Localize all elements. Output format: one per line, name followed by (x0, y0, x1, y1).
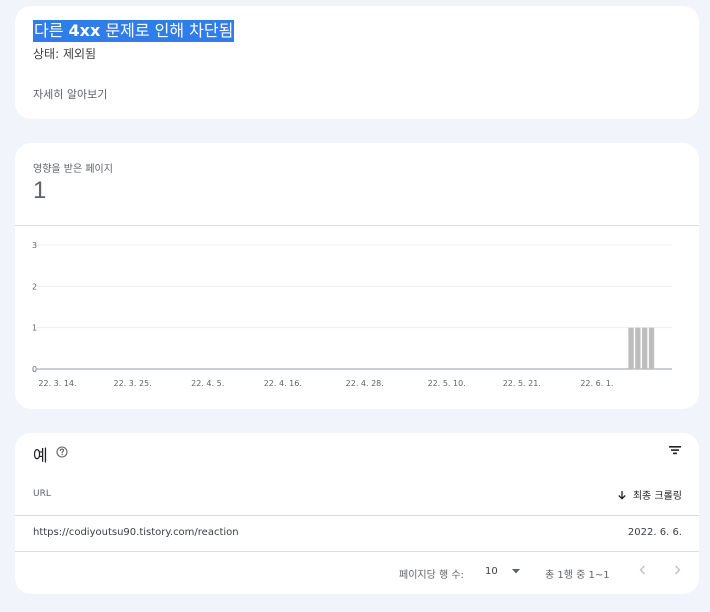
chart-card: 영향을 받은 페이지 1 0 1 2 3 22. 3. 14. 22. 3. 25. 22.… (15, 143, 699, 409)
status-text: 상태: 제외됨 (33, 47, 97, 61)
x-tick-label: 22. 5. 10. (428, 379, 466, 388)
x-tick-label: 22. 6. 1. (580, 379, 613, 388)
dropdown-arrow-icon (511, 569, 520, 574)
x-tick-label: 22. 3. 14. (38, 379, 76, 388)
chevron-right-icon[interactable] (670, 563, 684, 577)
pagination-range: 총 1행 중 1~1 (545, 570, 610, 581)
help-circle-icon[interactable] (56, 446, 68, 458)
table-row-url[interactable]: https://codiyoutsu90.tistory.com/reactio… (33, 527, 239, 538)
status-card: 다른 4xx 문제로 인해 차단됨 상태: 제외됨 자세히 알아보기 (15, 6, 699, 119)
arrow-down-icon (618, 490, 626, 500)
column-header-url[interactable]: URL (33, 489, 51, 499)
issue-title-prefix: 다른 (34, 21, 69, 40)
rows-per-page-select[interactable]: 10 (485, 566, 520, 577)
issue-title: 다른 4xx 문제로 인해 차단됨 (33, 20, 235, 42)
chart-bar[interactable] (642, 327, 648, 369)
table-row-date: 2022. 6. 6. (627, 527, 682, 538)
x-tick-label: 22. 4. 5. (191, 379, 224, 388)
chart-bar[interactable] (648, 327, 655, 369)
column-header-last-crawl[interactable]: 최종 크롤링 (617, 487, 682, 502)
chart-bar[interactable] (635, 327, 641, 369)
affected-pages-chart: 0 1 2 3 22. 3. 14. 22. 3. 25. 22. 4. 5. 22. 4. … (32, 241, 672, 388)
x-tick-label: 22. 3. 25. (114, 379, 152, 388)
filter-icon[interactable] (668, 444, 682, 456)
x-tick-label: 22. 4. 16. (264, 379, 302, 388)
examples-card: 예 URL 최종 크롤링 https://codiyoutsu90.tistor… (15, 433, 699, 594)
y-tick-label: 2 (32, 282, 37, 291)
y-tick-label: 1 (32, 324, 37, 333)
y-tick-label: 0 (32, 365, 37, 374)
y-tick-label: 3 (32, 241, 37, 250)
x-tick-label: 22. 4. 28. (346, 379, 384, 388)
column-header-last-crawl-label: 최종 크롤링 (632, 491, 682, 502)
issue-title-suffix: 문제로 인해 차단됨 (100, 21, 234, 40)
chevron-left-icon[interactable] (636, 563, 650, 577)
issue-title-code: 4xx (68, 21, 101, 40)
rows-per-page-value: 10 (485, 566, 498, 577)
examples-title: 예 (33, 446, 48, 465)
learn-more-link[interactable]: 자세히 알아보기 (33, 86, 107, 102)
x-tick-label: 22. 5. 21. (503, 379, 541, 388)
table-header-divider (15, 515, 699, 516)
table-row-divider (15, 551, 699, 552)
affected-pages-label: 영향을 받은 페이지 (33, 164, 113, 175)
chart-bar[interactable] (628, 327, 634, 369)
affected-pages-value: 1 (33, 177, 47, 204)
rows-per-page-label: 페이지당 행 수: (399, 570, 464, 581)
